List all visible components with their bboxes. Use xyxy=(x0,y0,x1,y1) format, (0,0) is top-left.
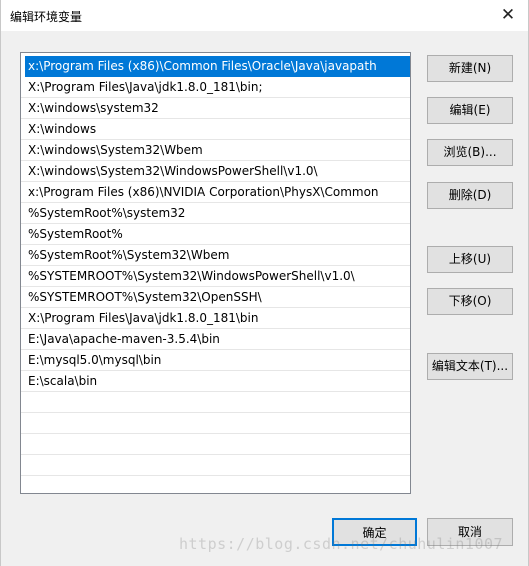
path-list-item[interactable]: %SystemRoot%\System32\Wbem xyxy=(21,245,410,266)
title-bar: 编辑环境变量 ✕ xyxy=(1,0,528,31)
path-list-item[interactable]: %SYSTEMROOT%\System32\OpenSSH\ xyxy=(21,287,410,308)
path-list-item[interactable]: X:\windows\system32 xyxy=(21,98,410,119)
edit-text-button[interactable]: 编辑文本(T)... xyxy=(427,353,513,380)
move-up-button[interactable]: 上移(U) xyxy=(427,246,513,273)
path-list-item[interactable]: X:\windows\System32\WindowsPowerShell\v1… xyxy=(21,161,410,182)
path-list-item[interactable] xyxy=(21,434,410,455)
path-list-item[interactable] xyxy=(21,476,410,493)
path-list-item[interactable]: X:\windows\System32\Wbem xyxy=(21,140,410,161)
path-list-item[interactable]: %SystemRoot%\system32 xyxy=(21,203,410,224)
path-list-item[interactable]: X:\Program Files\Java\jdk1.8.0_181\bin xyxy=(21,308,410,329)
path-list[interactable]: x:\Program Files (x86)\Common Files\Orac… xyxy=(20,52,411,494)
path-list-item[interactable] xyxy=(21,392,410,413)
path-list-item[interactable]: %SystemRoot% xyxy=(21,224,410,245)
close-icon[interactable]: ✕ xyxy=(498,5,518,25)
path-list-item[interactable]: x:\Program Files (x86)\Common Files\Orac… xyxy=(25,56,410,77)
path-list-item[interactable]: %SYSTEMROOT%\System32\WindowsPowerShell\… xyxy=(21,266,410,287)
move-down-button[interactable]: 下移(O) xyxy=(427,288,513,315)
delete-button[interactable]: 删除(D) xyxy=(427,182,513,209)
new-button[interactable]: 新建(N) xyxy=(427,55,513,82)
dialog-title: 编辑环境变量 xyxy=(10,10,83,24)
path-list-item[interactable]: E:\Java\apache-maven-3.5.4\bin xyxy=(21,329,410,350)
browse-button[interactable]: 浏览(B)... xyxy=(427,139,513,166)
cancel-button[interactable]: 取消 xyxy=(427,518,513,546)
path-list-item[interactable]: X:\windows xyxy=(21,119,410,140)
path-list-item[interactable] xyxy=(21,413,410,434)
path-list-item[interactable]: E:\scala\bin xyxy=(21,371,410,392)
path-list-item[interactable]: x:\Program Files (x86)\NVIDIA Corporatio… xyxy=(21,182,410,203)
edit-env-variable-dialog: 编辑环境变量 ✕ x:\Program Files (x86)\Common F… xyxy=(0,0,529,566)
edit-button[interactable]: 编辑(E) xyxy=(427,97,513,124)
path-list-item[interactable]: X:\Program Files\Java\jdk1.8.0_181\bin; xyxy=(21,77,410,98)
path-list-item[interactable] xyxy=(21,455,410,476)
path-list-item[interactable]: E:\mysql5.0\mysql\bin xyxy=(21,350,410,371)
ok-button[interactable]: 确定 xyxy=(332,518,417,546)
